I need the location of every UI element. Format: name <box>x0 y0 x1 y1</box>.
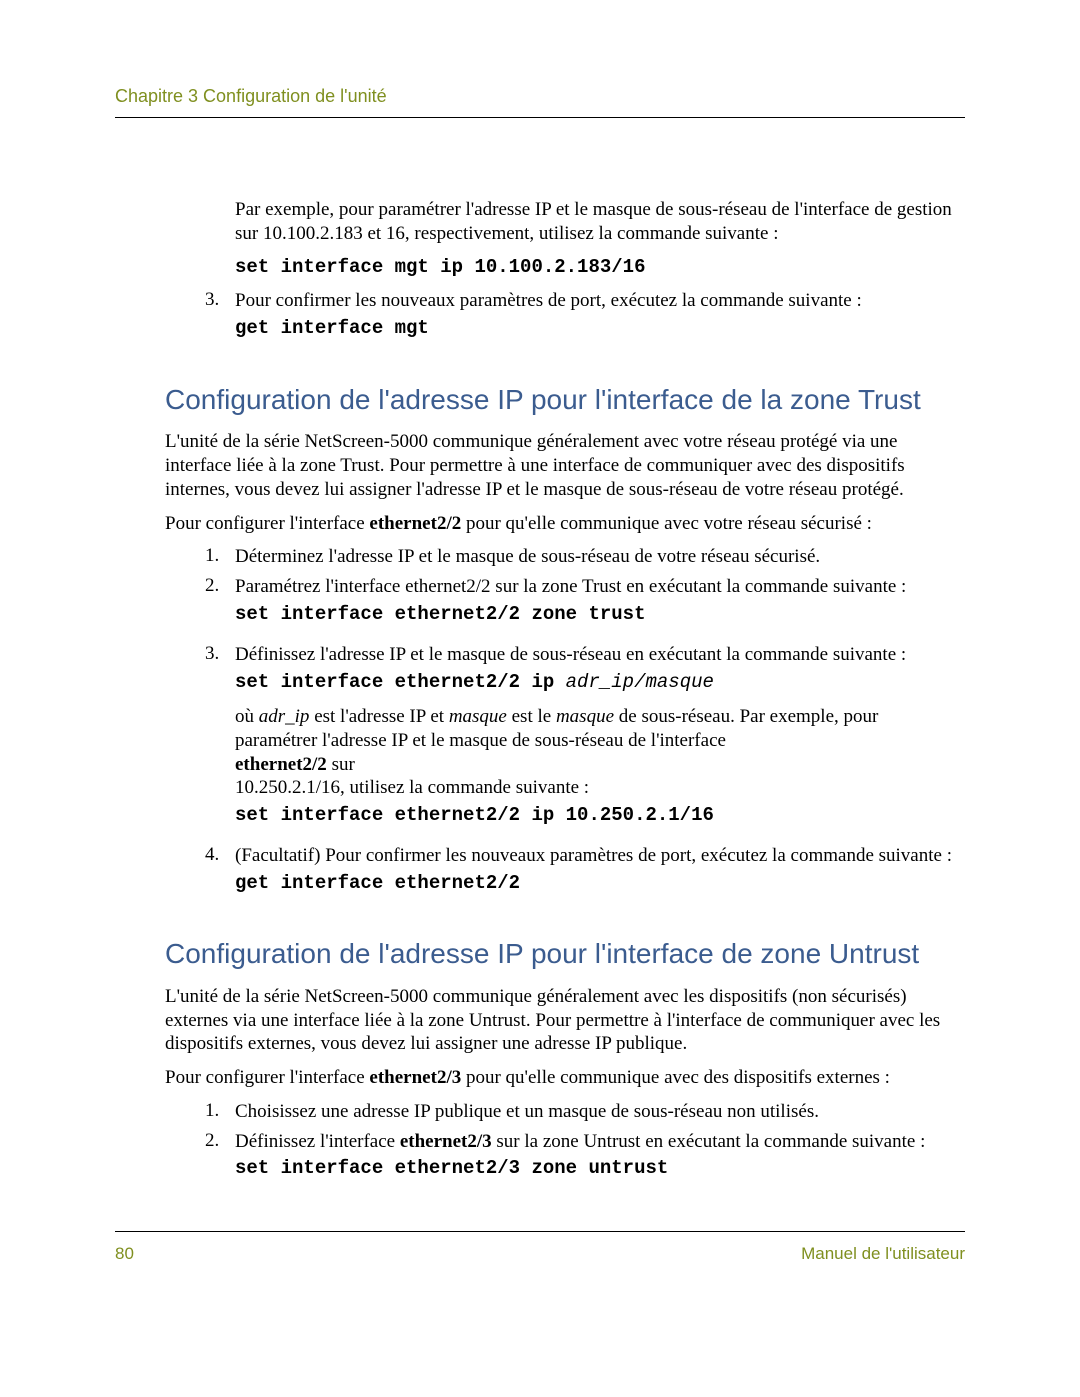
page-footer: 80 Manuel de l'utilisateur <box>115 1231 965 1264</box>
list-body: Pour confirmer les nouveaux paramètres d… <box>235 289 965 351</box>
interface-name: ethernet2/2 <box>235 754 327 775</box>
list-body: Déterminez l'adresse IP et le masque de … <box>235 545 965 569</box>
trust-list: 1. Déterminez l'adresse IP et le masque … <box>205 545 965 905</box>
list-item: 4. (Facultatif) Pour confirmer les nouve… <box>205 844 965 906</box>
text-fragment: 10.250.2.1/16, utilisez la commande suiv… <box>235 777 589 798</box>
untrust-list: 1. Choisissez une adresse IP publique et… <box>205 1100 965 1191</box>
command-set-zone-trust: set interface ethernet2/2 zone trust <box>235 603 965 627</box>
interface-name: ethernet2/3 <box>369 1067 461 1088</box>
list-text: (Facultatif) Pour confirmer les nouveaux… <box>235 845 952 866</box>
page-number: 80 <box>115 1244 134 1264</box>
trust-paragraph-1: L'unité de la série NetScreen-5000 commu… <box>165 430 965 501</box>
list-number: 2. <box>205 1130 235 1192</box>
top-list: 3. Pour confirmer les nouveaux paramètre… <box>205 289 965 351</box>
running-header: Chapitre 3 Configuration de l'unité <box>115 86 965 118</box>
text-fragment: Pour configurer l'interface <box>165 1067 369 1088</box>
cmd-fragment: / <box>634 671 645 693</box>
list-item: 3. Pour confirmer les nouveaux paramètre… <box>205 289 965 351</box>
list-number: 1. <box>205 545 235 569</box>
command-get-ethernet22: get interface ethernet2/2 <box>235 872 965 896</box>
text-fragment: Définissez l'interface <box>235 1131 400 1152</box>
list-number: 4. <box>205 844 235 906</box>
list-body: Définissez l'interface ethernet2/3 sur l… <box>235 1130 965 1192</box>
top-example-block: Par exemple, pour paramétrer l'adresse I… <box>235 198 965 279</box>
text-fragment: est l'adresse IP et <box>309 706 448 727</box>
text-fragment: sur <box>327 754 355 775</box>
cmd-placeholder: masque <box>645 671 713 693</box>
placeholder-ref: masque <box>556 706 614 727</box>
untrust-paragraph-1: L'unité de la série NetScreen-5000 commu… <box>165 985 965 1056</box>
list-text: Paramétrez l'interface ethernet2/2 sur l… <box>235 576 906 597</box>
list-text: Pour confirmer les nouveaux paramètres d… <box>235 290 862 311</box>
list-item: 2. Paramétrez l'interface ethernet2/2 su… <box>205 575 965 637</box>
manual-title: Manuel de l'utilisateur <box>801 1244 965 1264</box>
list-item: 1. Déterminez l'adresse IP et le masque … <box>205 545 965 569</box>
list-item: 2. Définissez l'interface ethernet2/3 su… <box>205 1130 965 1192</box>
list-item: 1. Choisissez une adresse IP publique et… <box>205 1100 965 1124</box>
interface-name: ethernet2/2 <box>369 513 461 534</box>
text-fragment: pour qu'elle communique avec des disposi… <box>461 1067 890 1088</box>
command-get-mgt: get interface mgt <box>235 317 965 341</box>
page: Chapitre 3 Configuration de l'unité Par … <box>0 0 1080 1324</box>
untrust-paragraph-2: Pour configurer l'interface ethernet2/3 … <box>165 1066 965 1090</box>
text-fragment: est le <box>507 706 556 727</box>
command-set-mgt-ip: set interface mgt ip 10.100.2.183/16 <box>235 256 965 280</box>
command-set-ip-trust: set interface ethernet2/2 ip 10.250.2.1/… <box>235 804 965 828</box>
list-item: 3. Définissez l'adresse IP et le masque … <box>205 643 965 838</box>
list-text: Définissez l'adresse IP et le masque de … <box>235 644 906 665</box>
list-number: 2. <box>205 575 235 637</box>
list-number: 1. <box>205 1100 235 1124</box>
text-fragment: pour qu'elle communique avec votre résea… <box>461 513 872 534</box>
command-set-ip-template: set interface ethernet2/2 ip adr_ip/masq… <box>235 670 965 695</box>
list-body: Définissez l'adresse IP et le masque de … <box>235 643 965 838</box>
placeholder-ref: adr_ip <box>259 706 310 727</box>
list-body: Choisissez une adresse IP publique et un… <box>235 1100 965 1124</box>
heading-untrust: Configuration de l'adresse IP pour l'int… <box>165 937 965 971</box>
list-body: Paramétrez l'interface ethernet2/2 sur l… <box>235 575 965 637</box>
list-body: (Facultatif) Pour confirmer les nouveaux… <box>235 844 965 906</box>
cmd-placeholder: adr_ip <box>566 671 634 693</box>
placeholder-ref: masque <box>449 706 507 727</box>
example-intro: Par exemple, pour paramétrer l'adresse I… <box>235 198 965 246</box>
text-fragment: sur la zone Untrust en exécutant la comm… <box>492 1131 926 1152</box>
heading-trust: Configuration de l'adresse IP pour l'int… <box>165 383 965 417</box>
trust-paragraph-2: Pour configurer l'interface ethernet2/2 … <box>165 512 965 536</box>
interface-name: ethernet2/3 <box>400 1131 492 1152</box>
cmd-fragment: set interface ethernet2/2 ip <box>235 671 566 693</box>
main-content: Par exemple, pour paramétrer l'adresse I… <box>165 198 965 1191</box>
text-fragment: où <box>235 706 259 727</box>
text-fragment: Pour configurer l'interface <box>165 513 369 534</box>
list-number: 3. <box>205 289 235 351</box>
command-note: où adr_ip est l'adresse IP et masque est… <box>235 705 965 800</box>
command-set-zone-untrust: set interface ethernet2/3 zone untrust <box>235 1157 965 1181</box>
list-number: 3. <box>205 643 235 838</box>
